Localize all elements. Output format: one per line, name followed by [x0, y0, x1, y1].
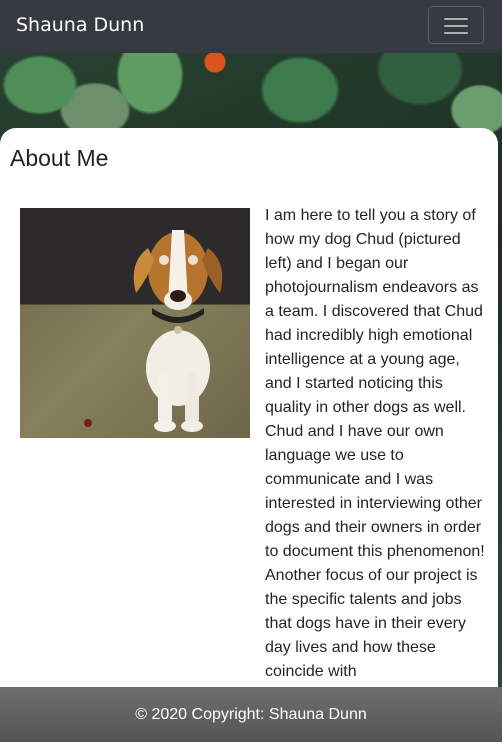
- copyright-text: © 2020 Copyright: Shauna Dunn: [135, 706, 367, 723]
- bio-text: I am here to tell you a story of how my …: [265, 207, 485, 680]
- navbar-toggle-button[interactable]: [428, 6, 484, 44]
- dog-photo: [20, 208, 250, 438]
- navbar: Shauna Dunn: [0, 0, 502, 53]
- footer: © 2020 Copyright: Shauna Dunn: [0, 687, 502, 742]
- page-title: About Me: [10, 145, 109, 171]
- navbar-brand[interactable]: Shauna Dunn: [16, 12, 144, 38]
- about-card: About Me I am here to tell you a story o…: [0, 128, 498, 728]
